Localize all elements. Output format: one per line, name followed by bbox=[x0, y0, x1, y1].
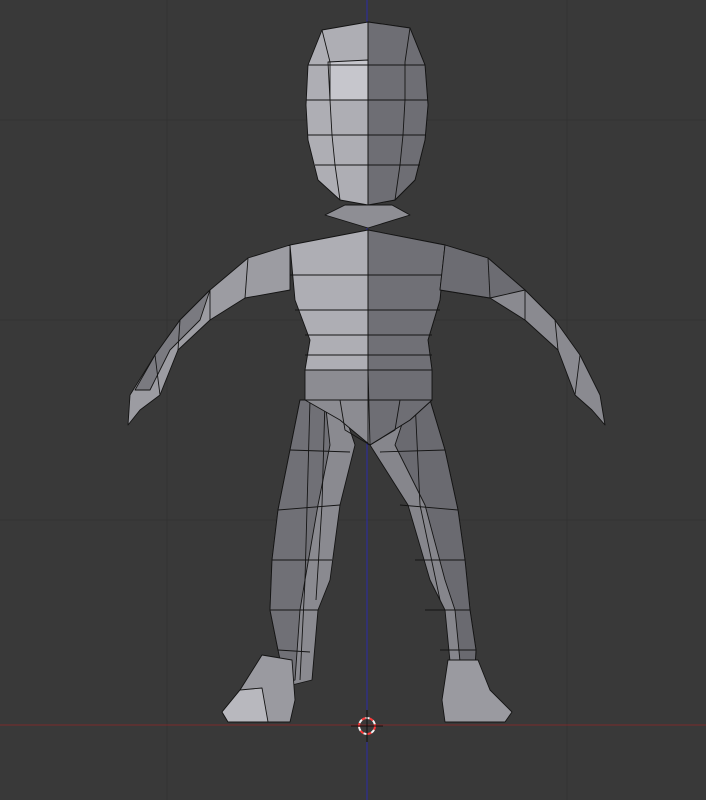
neck[interactable] bbox=[324, 204, 411, 229]
left-arm[interactable] bbox=[127, 244, 291, 426]
3d-cursor-icon[interactable] bbox=[351, 710, 383, 742]
head[interactable] bbox=[305, 21, 429, 206]
right-arm[interactable] bbox=[439, 244, 606, 426]
viewport-canvas[interactable] bbox=[0, 0, 706, 800]
3d-viewport[interactable] bbox=[0, 0, 706, 800]
left-leg[interactable] bbox=[221, 399, 356, 723]
right-leg[interactable] bbox=[369, 399, 513, 723]
